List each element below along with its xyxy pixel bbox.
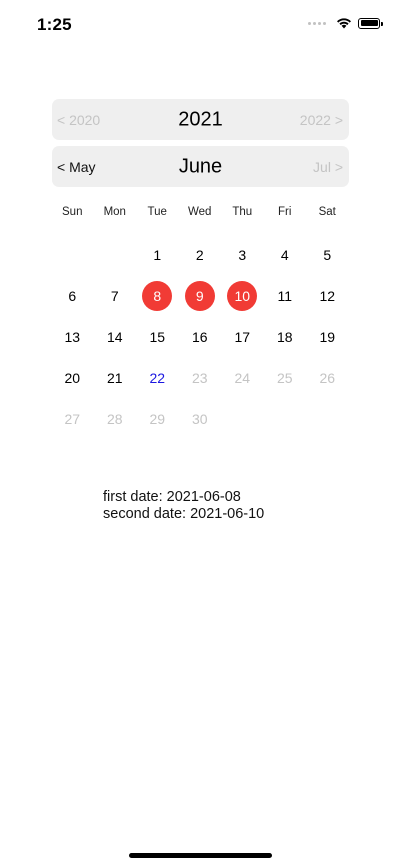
- calendar-week-row: 20 21 22 23 24 25 26: [51, 357, 349, 398]
- prev-year-button[interactable]: < 2020: [57, 112, 100, 128]
- selection-result: first date: 2021-06-08 second date: 2021…: [103, 489, 264, 523]
- calendar-day-10[interactable]: 10: [221, 275, 264, 316]
- calendar-day-number: 17: [234, 328, 251, 345]
- next-month-button[interactable]: Jul >: [313, 159, 343, 175]
- calendar-day-25: 25: [264, 357, 307, 398]
- calendar-empty-cell: [264, 398, 307, 439]
- calendar-day-number: 8: [142, 280, 173, 311]
- status-icons: [308, 17, 383, 29]
- status-bar: 1:25: [0, 0, 400, 50]
- first-date-text: first date: 2021-06-08: [103, 489, 241, 505]
- calendar-day-number: 1: [153, 246, 162, 263]
- calendar-empty-cell: [51, 234, 94, 275]
- calendar-day-number: 18: [276, 328, 293, 345]
- calendar-day-number: 11: [277, 287, 293, 304]
- wifi-icon: [337, 18, 351, 29]
- calendar-day-number: 4: [280, 246, 289, 263]
- calendar-day-22[interactable]: 22: [136, 357, 179, 398]
- cellular-signal-icon: [308, 21, 326, 25]
- calendar-day-number: 21: [106, 369, 123, 386]
- calendar-day-number: 23: [191, 369, 208, 386]
- status-time: 1:25: [37, 15, 72, 34]
- home-indicator: [129, 853, 272, 858]
- calendar-day-number: 24: [234, 369, 251, 386]
- calendar-day-number: 15: [149, 328, 166, 345]
- calendar-day-number: 12: [319, 287, 336, 304]
- weekday-label: Thu: [232, 206, 253, 218]
- calendar-day-number: 13: [64, 328, 81, 345]
- current-month: June: [178, 155, 223, 177]
- calendar-week-row: 27 28 29 30: [51, 398, 349, 439]
- calendar-day-number: 3: [238, 246, 247, 263]
- calendar-day-number: 19: [319, 328, 336, 345]
- calendar-day-28: 28: [94, 398, 137, 439]
- calendar-empty-cell: [94, 234, 137, 275]
- calendar-day-number: 28: [106, 410, 123, 427]
- weekday-header: Sun Mon Tue Wed Thu Fri Sat: [51, 206, 349, 218]
- calendar-day-number: 25: [276, 369, 293, 386]
- calendar-day-20[interactable]: 20: [51, 357, 94, 398]
- calendar-day-number: 2: [195, 246, 204, 263]
- calendar-day-27: 27: [51, 398, 94, 439]
- calendar-day-number: 16: [191, 328, 208, 345]
- calendar-day-1[interactable]: 1: [136, 234, 179, 275]
- calendar-day-number: 22: [149, 369, 166, 386]
- calendar-day-30: 30: [179, 398, 222, 439]
- calendar-day-13[interactable]: 13: [51, 316, 94, 357]
- calendar-day-11[interactable]: 11: [264, 275, 307, 316]
- calendar-day-number: 10: [227, 280, 258, 311]
- calendar-day-29: 29: [136, 398, 179, 439]
- calendar-day-24: 24: [221, 357, 264, 398]
- weekday-label: Tue: [147, 206, 167, 218]
- calendar-day-12[interactable]: 12: [306, 275, 349, 316]
- weekday-label: Mon: [103, 206, 126, 218]
- calendar-day-8[interactable]: 8: [136, 275, 179, 316]
- next-year-button[interactable]: 2022 >: [300, 112, 343, 128]
- weekday-label: Wed: [188, 206, 212, 218]
- calendar-day-16[interactable]: 16: [179, 316, 222, 357]
- calendar-day-23: 23: [179, 357, 222, 398]
- app-screen: 1:25 < 2020 2021 2022 > < May June Jul >…: [0, 0, 400, 866]
- year-navigator: < 2020 2021 2022 >: [52, 99, 349, 140]
- calendar-grid: 1 2 3 4 5 6 7 8 9 10 11 12 13 14 15 16 17 18 19 20 21 22 23 24 2…: [51, 234, 349, 439]
- weekday-label: Sun: [62, 206, 83, 218]
- calendar-day-5[interactable]: 5: [306, 234, 349, 275]
- calendar-day-number: 7: [110, 287, 119, 304]
- calendar-day-18[interactable]: 18: [264, 316, 307, 357]
- calendar-week-row: 6 7 8 9 10 11 12: [51, 275, 349, 316]
- calendar-day-17[interactable]: 17: [221, 316, 264, 357]
- calendar-day-number: 6: [68, 287, 77, 304]
- month-navigator: < May June Jul >: [52, 146, 349, 187]
- calendar-day-number: 26: [319, 369, 336, 386]
- calendar-day-9[interactable]: 9: [179, 275, 222, 316]
- battery-icon: [358, 17, 383, 29]
- calendar-day-15[interactable]: 15: [136, 316, 179, 357]
- calendar-day-number: 9: [184, 280, 215, 311]
- calendar-day-3[interactable]: 3: [221, 234, 264, 275]
- calendar-day-number: 30: [191, 410, 208, 427]
- calendar-week-row: 13 14 15 16 17 18 19: [51, 316, 349, 357]
- calendar-day-14[interactable]: 14: [94, 316, 137, 357]
- calendar-week-row: 1 2 3 4 5: [51, 234, 349, 275]
- prev-month-button[interactable]: < May: [57, 159, 96, 175]
- weekday-label: Sat: [318, 206, 336, 218]
- weekday-label: Fri: [278, 206, 292, 218]
- calendar-day-4[interactable]: 4: [264, 234, 307, 275]
- calendar-day-number: 14: [106, 328, 123, 345]
- calendar-day-2[interactable]: 2: [179, 234, 222, 275]
- calendar-day-21[interactable]: 21: [94, 357, 137, 398]
- calendar-day-number: 27: [64, 410, 81, 427]
- calendar-day-19[interactable]: 19: [306, 316, 349, 357]
- calendar-day-7[interactable]: 7: [94, 275, 137, 316]
- second-date-text: second date: 2021-06-10: [103, 506, 265, 522]
- calendar-day-26: 26: [306, 357, 349, 398]
- calendar-empty-cell: [306, 398, 349, 439]
- calendar-day-number: 5: [323, 246, 332, 263]
- calendar-day-number: 29: [149, 410, 166, 427]
- calendar-day-number: 20: [64, 369, 81, 386]
- calendar-day-6[interactable]: 6: [51, 275, 94, 316]
- calendar-empty-cell: [221, 398, 264, 439]
